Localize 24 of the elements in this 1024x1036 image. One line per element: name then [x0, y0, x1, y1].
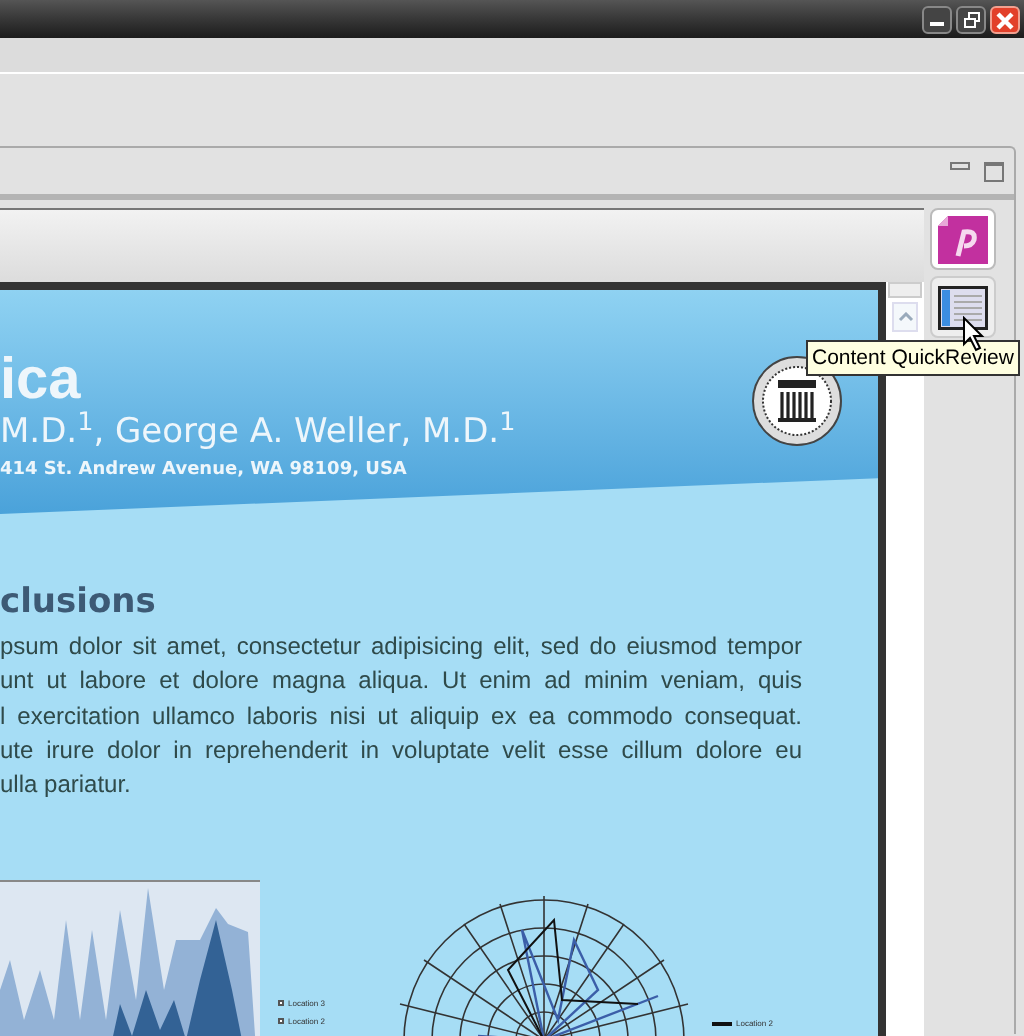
paragraph-line: l exercitation ullamco laboris nisi ut aliquip ex ea commodo consequat. — [0, 699, 802, 734]
section-heading: clusions — [0, 580, 156, 624]
minimize-button[interactable] — [922, 5, 952, 33]
legend-marker — [712, 1021, 732, 1025]
paragraph-line: ulla pariatur. — [0, 768, 133, 803]
legend-marker — [278, 1000, 284, 1006]
panel-minimize-icon[interactable] — [950, 161, 970, 169]
tooltip: Content QuickReview — [806, 340, 1020, 376]
paragraph-line: psum dolor sit amet, consectetur adipisicing elit, sed do eiusmod tempor — [0, 630, 802, 664]
paragraph-line: unt ut labore et dolore magna aliqua. Ut enim ad minim veniam, quis — [0, 664, 802, 699]
close-button[interactable] — [990, 5, 1020, 33]
poster-title: ica — [0, 346, 81, 412]
poster-address: 414 St. Andrew Avenue, WA 98109, USA — [0, 458, 407, 482]
legend-marker — [278, 1018, 284, 1024]
mouse-cursor-icon — [962, 316, 986, 352]
poster-authors: M.D.$^{1}$, George A. Weller, M.D.$^{1}$ — [0, 410, 516, 454]
document-view-icon — [938, 285, 988, 329]
restore-button[interactable] — [956, 5, 986, 33]
scrollbar-thumb[interactable] — [888, 282, 922, 298]
document-p-icon — [938, 215, 988, 263]
panel-maximize-icon[interactable] — [984, 161, 1004, 181]
close-icon — [996, 11, 1014, 29]
paragraph-line: ute irure dolor in reprehenderit in voluptate velit esse cillum dolore eu — [0, 733, 802, 768]
chevron-up-icon — [897, 312, 913, 322]
